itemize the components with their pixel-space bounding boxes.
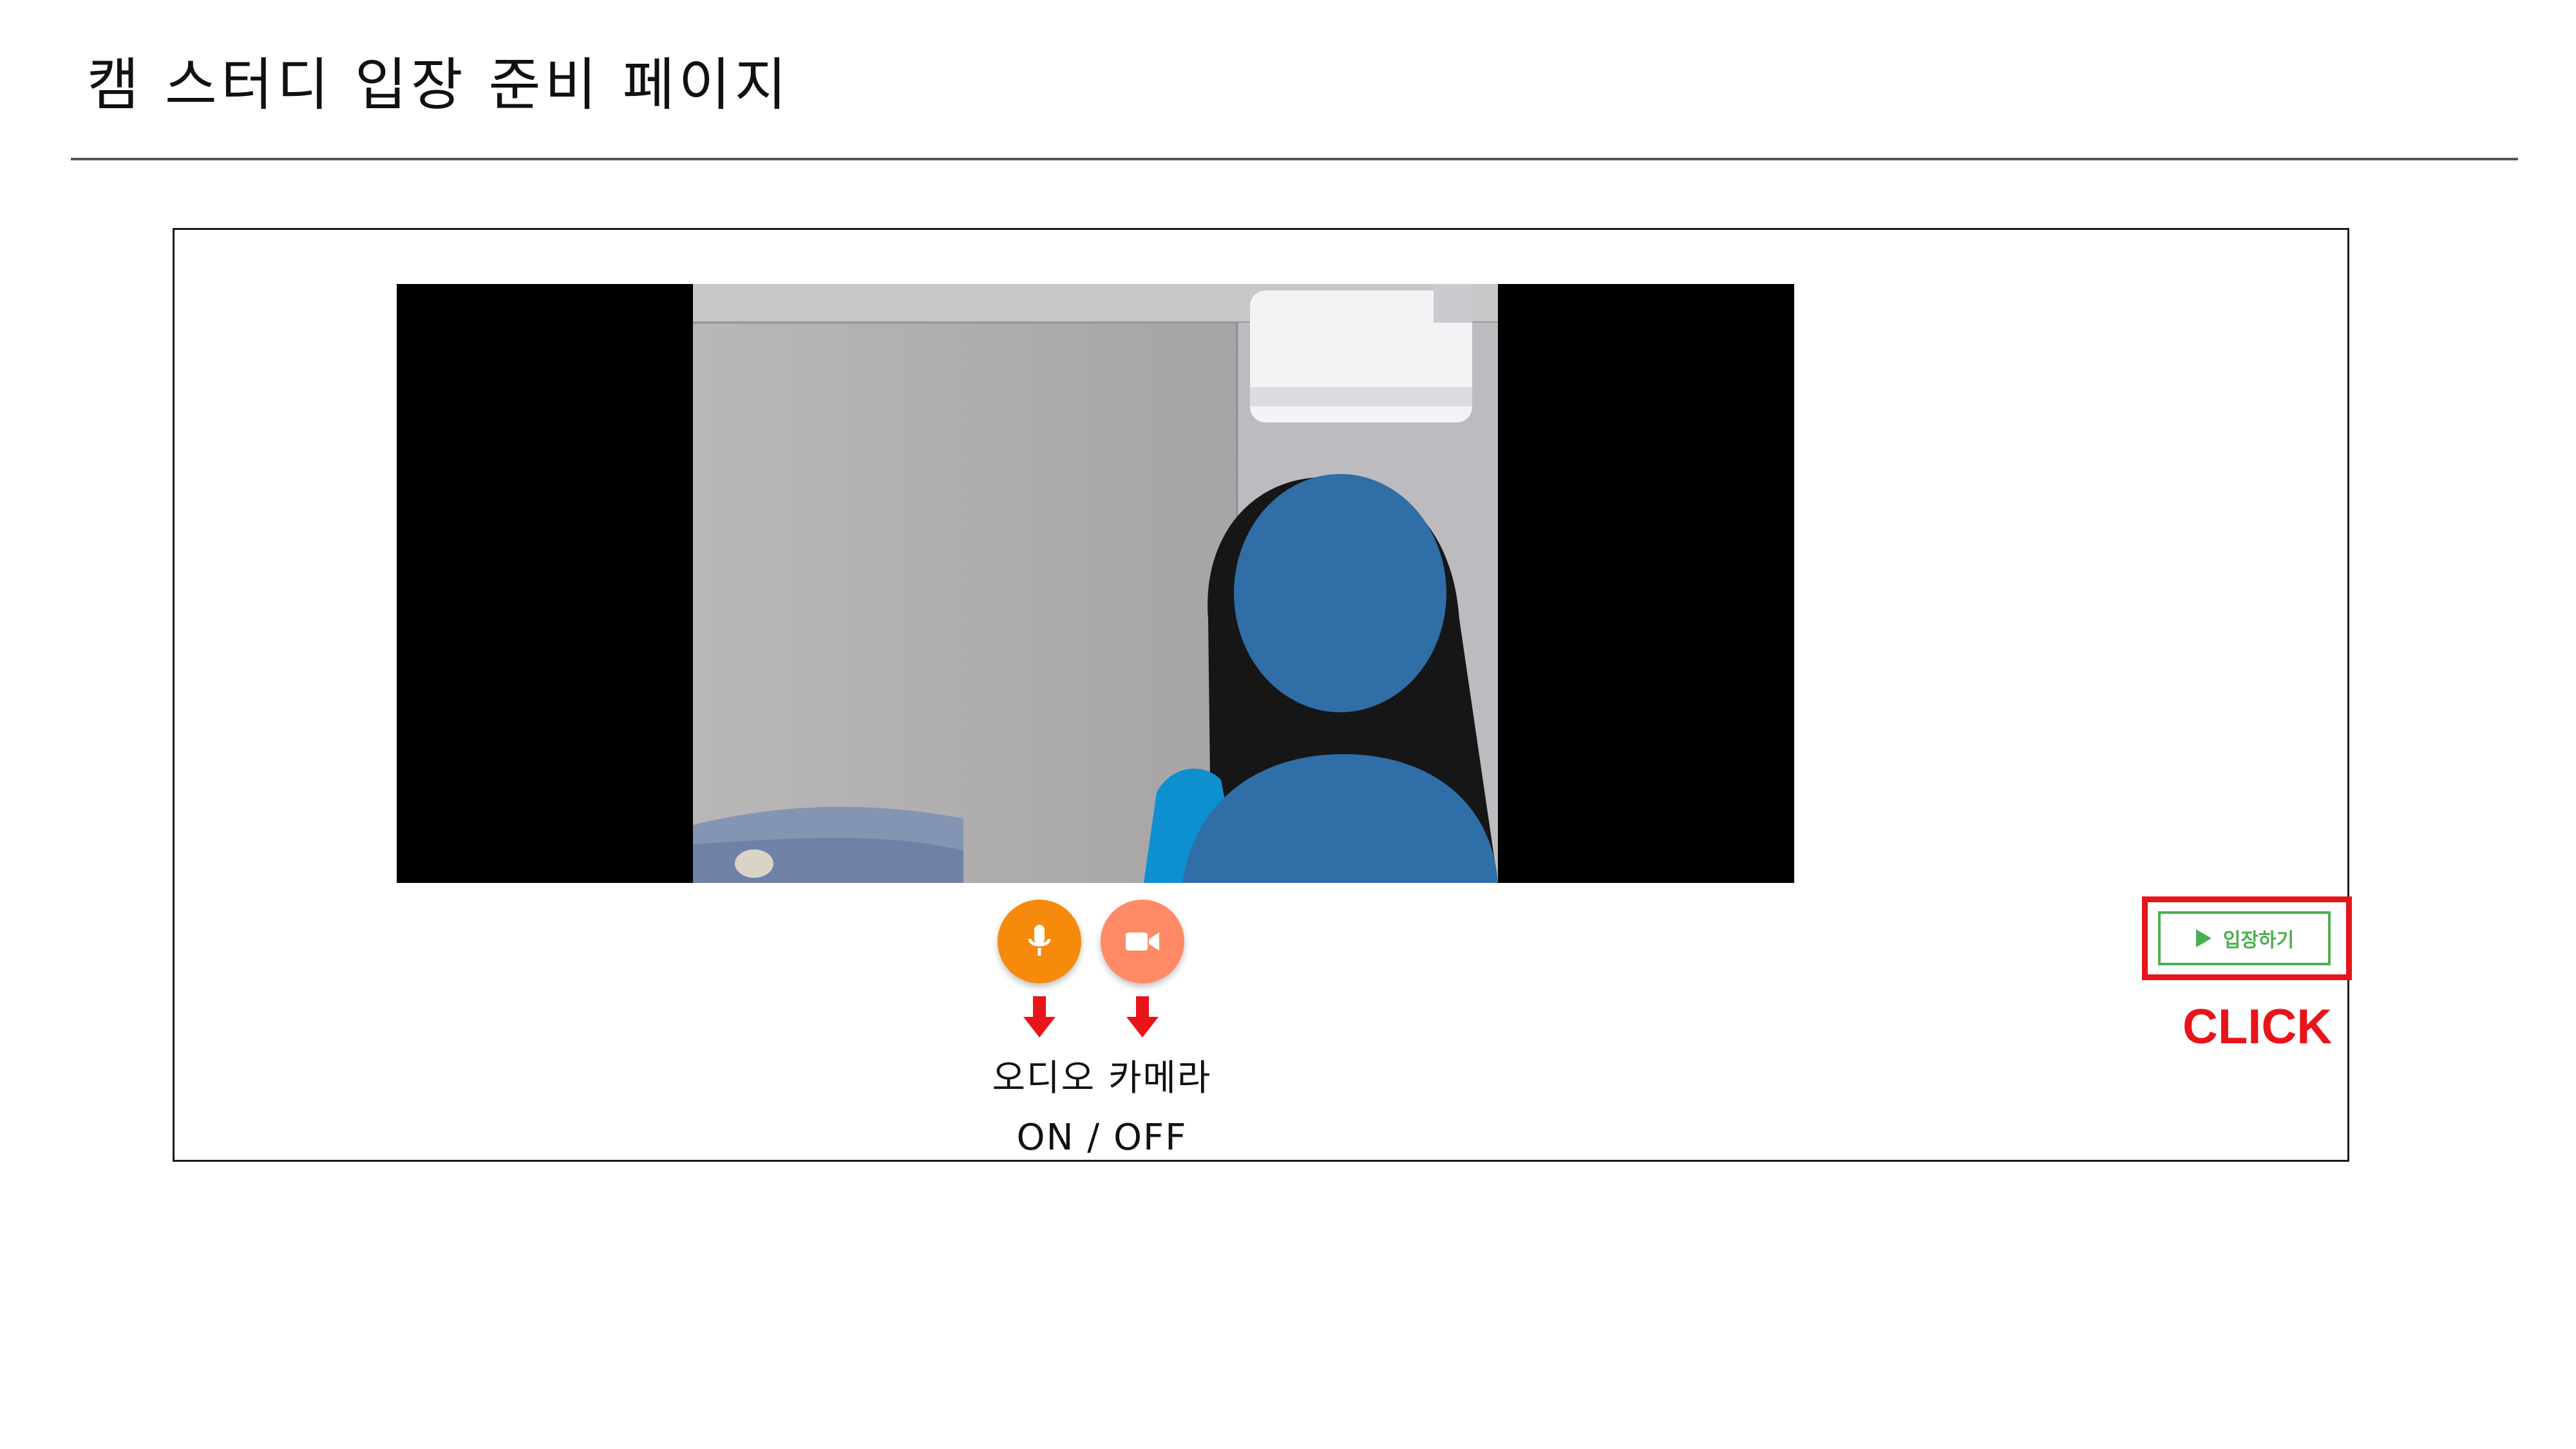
preview-panel: 오디오 카메라 ON / OFF 입장하기 CLICK xyxy=(173,228,2352,1162)
click-annotation: CLICK xyxy=(2183,999,2333,1054)
enter-room-button[interactable]: 입장하기 xyxy=(2158,911,2331,965)
microphone-toggle-button[interactable] xyxy=(998,900,1081,983)
camera-feed xyxy=(693,284,1498,883)
controls-annotation-sublabel: ON / OFF xyxy=(1016,1117,1188,1159)
title-divider xyxy=(71,158,2518,160)
air-conditioner xyxy=(1250,284,1472,422)
video-camera-icon xyxy=(1126,933,1159,951)
page-title: 캠 스터디 입장 준비 페이지 xyxy=(87,52,791,118)
play-icon xyxy=(2195,929,2211,947)
controls-annotation-label: 오디오 카메라 xyxy=(992,1057,1212,1099)
camera-toggle-button[interactable] xyxy=(1101,900,1184,983)
arrow-down-icon xyxy=(1023,996,1056,1037)
arrow-down-icon xyxy=(1126,996,1159,1037)
video-preview xyxy=(397,284,1794,883)
enter-room-label: 입장하기 xyxy=(2222,929,2295,952)
microphone-icon xyxy=(1028,925,1051,956)
